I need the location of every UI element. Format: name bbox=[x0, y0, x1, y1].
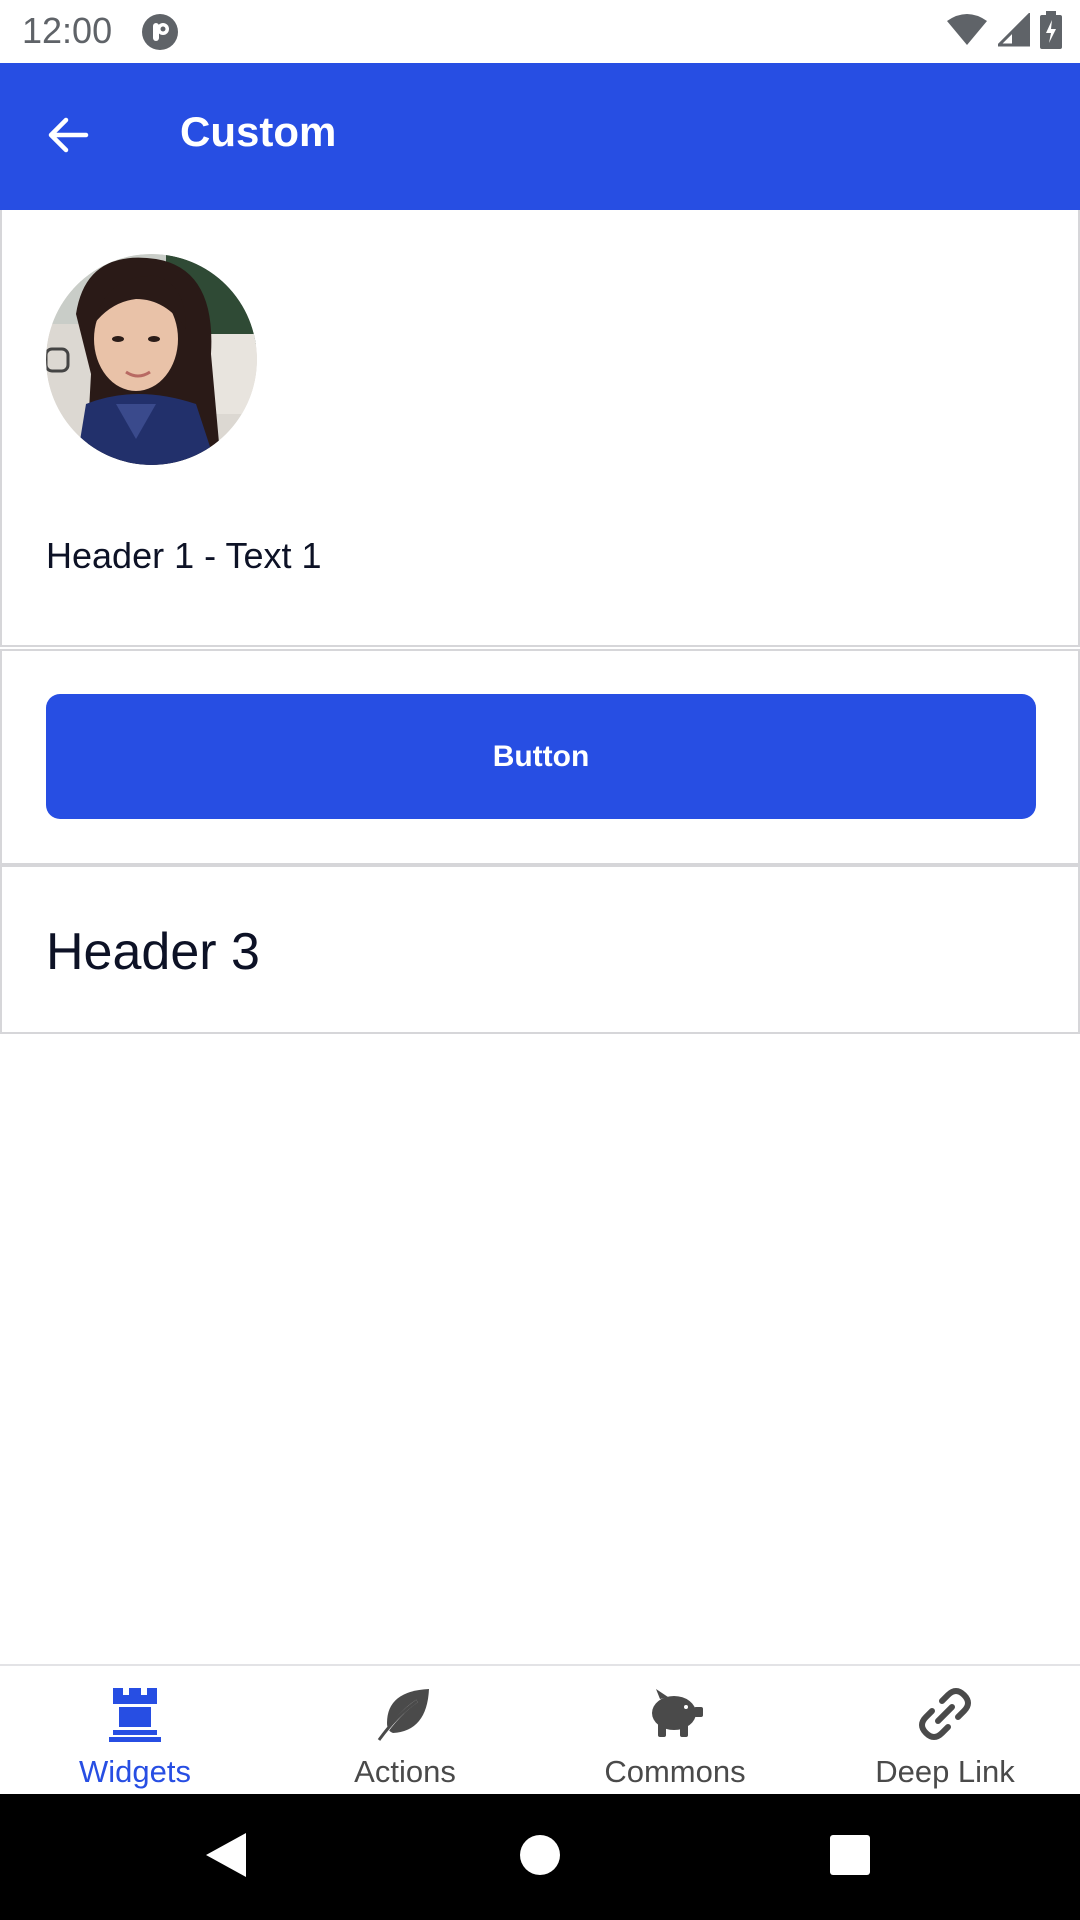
bottom-navigation: Widgets Actions Commons Deep Link bbox=[0, 1664, 1080, 1796]
triangle-back-icon bbox=[204, 1831, 248, 1884]
circle-home-icon bbox=[519, 1834, 561, 1881]
status-indicators bbox=[946, 10, 1062, 54]
square-recents-icon bbox=[829, 1834, 871, 1881]
link-icon bbox=[915, 1684, 975, 1744]
back-button[interactable] bbox=[26, 101, 110, 173]
nav-item-deep-link[interactable]: Deep Link bbox=[810, 1666, 1080, 1796]
chess-rook-icon bbox=[105, 1684, 165, 1744]
primary-button[interactable]: Button bbox=[46, 694, 1036, 819]
status-time: 12:00 bbox=[22, 10, 113, 51]
header-1-text: Header 1 - Text 1 bbox=[46, 535, 322, 576]
arrow-back-icon bbox=[44, 111, 92, 164]
nav-item-commons[interactable]: Commons bbox=[540, 1666, 810, 1796]
header-1-card: Header 1 - Text 1 bbox=[0, 210, 1080, 647]
page-title: Custom bbox=[180, 108, 337, 155]
system-back-button[interactable] bbox=[196, 1827, 256, 1887]
leaf-icon bbox=[375, 1684, 435, 1744]
nav-item-widgets[interactable]: Widgets bbox=[0, 1666, 270, 1796]
wifi-icon bbox=[946, 13, 988, 52]
notification-app-icon bbox=[141, 13, 179, 51]
system-home-button[interactable] bbox=[510, 1827, 570, 1887]
status-bar: 12:00 bbox=[0, 0, 1080, 63]
battery-charging-icon bbox=[1040, 10, 1062, 54]
piggy-bank-icon bbox=[645, 1684, 705, 1744]
cellular-signal-icon bbox=[995, 10, 1031, 52]
header-3-text: Header 3 bbox=[46, 923, 260, 981]
nav-label-actions: Actions bbox=[354, 1754, 456, 1789]
avatar[interactable] bbox=[46, 254, 257, 465]
app-bar: Custom bbox=[0, 63, 1080, 210]
header-3-card: Header 3 bbox=[0, 865, 1080, 1034]
screen: 12:00 Custom Header 1 - Text 1 Button He… bbox=[0, 0, 1080, 1920]
nav-item-actions[interactable]: Actions bbox=[270, 1666, 540, 1796]
nav-label-deep-link: Deep Link bbox=[875, 1754, 1015, 1789]
system-recents-button[interactable] bbox=[820, 1827, 880, 1887]
nav-label-commons: Commons bbox=[604, 1754, 746, 1789]
nav-label-widgets: Widgets bbox=[79, 1754, 191, 1789]
header-2-card: Button bbox=[0, 649, 1080, 865]
system-navigation-bar bbox=[0, 1794, 1080, 1920]
